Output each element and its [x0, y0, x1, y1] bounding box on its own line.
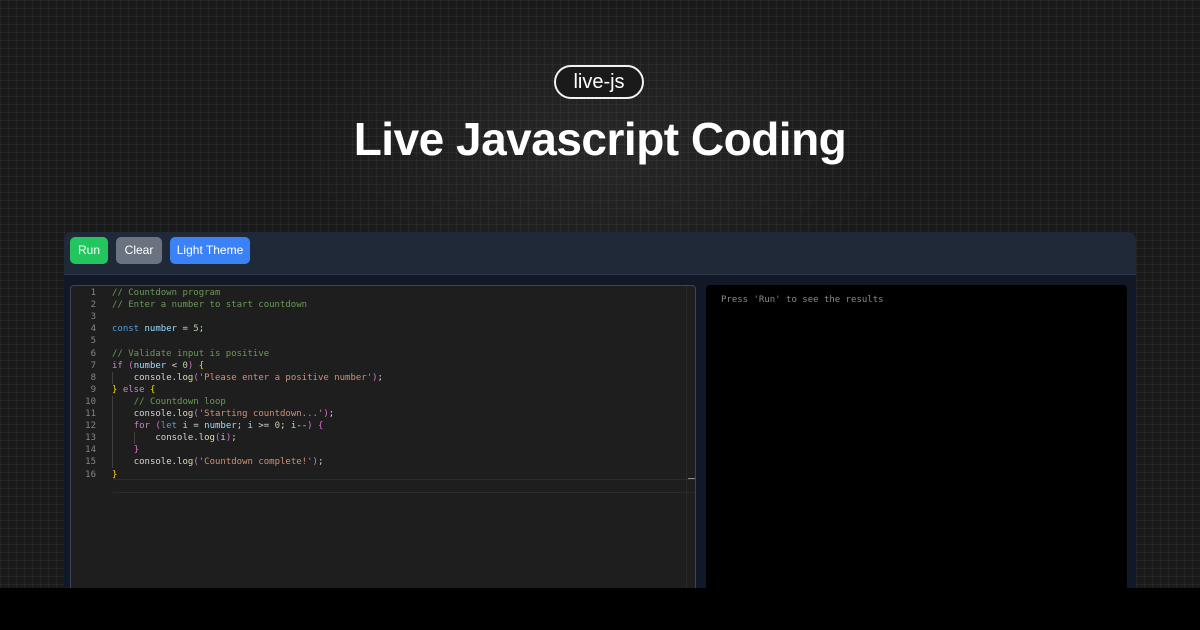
code-editor[interactable]: 1 // Countdown program 2 // Enter a number …	[70, 285, 696, 602]
code-line[interactable]: 5	[71, 335, 691, 347]
playground-window: Run Clear Light Theme 1 // Countdown prog…	[64, 232, 1136, 602]
code-line[interactable]: 11 console.log('Starting countdown...');	[71, 408, 691, 420]
code-text: console.log('Countdown complete!');	[133, 457, 324, 468]
line-number: 14	[85, 445, 96, 456]
line-number: 9	[90, 384, 96, 395]
code-text: }	[133, 445, 140, 456]
line-number: 13	[85, 433, 96, 444]
line-number: 16	[85, 469, 96, 480]
code-line[interactable]: 4 const number = 5;	[71, 323, 691, 335]
code-text: // Countdown program	[112, 288, 221, 298]
code-line[interactable]: 7 if (number < 0) {	[71, 360, 691, 372]
code-line[interactable]: 14 }	[71, 444, 691, 456]
code-text: const number = 5;	[112, 324, 205, 335]
toolbar: Run Clear Light Theme	[64, 232, 1136, 275]
code-text: // Enter a number to start countdown	[112, 300, 308, 311]
code-line[interactable]: 1 // Countdown program	[71, 287, 691, 299]
bottom-bar	[0, 588, 1200, 630]
code-line[interactable]: 16}	[71, 469, 691, 481]
code-text: // Validate input is positive	[112, 348, 270, 359]
code-text: console.log('Starting countdown...');	[133, 409, 335, 419]
code-line[interactable]: 13 console.log(i);	[71, 432, 691, 444]
code-text: console.log('Please enter a positive num…	[133, 372, 383, 383]
line-number: 10	[85, 396, 96, 407]
code-text: if (number < 0) {	[112, 360, 205, 371]
code-text: console.log(i);	[155, 433, 237, 444]
code-line[interactable]: 3	[71, 311, 691, 323]
code-text: for (let i = number; i >= 0; i--) {	[133, 421, 324, 432]
line-number: 6	[90, 348, 96, 359]
line-number: 5	[90, 336, 96, 347]
indent-guide	[112, 371, 113, 384]
line-number: 2	[90, 300, 96, 311]
output-placeholder: Press 'Run' to see the results	[721, 295, 884, 305]
line-number: 3	[90, 312, 96, 323]
line-number: 1	[90, 288, 96, 298]
line-number: 11	[85, 409, 96, 419]
line-number: 8	[90, 372, 96, 383]
current-line-highlight	[113, 479, 695, 493]
code-line[interactable]: 2 // Enter a number to start countdown	[71, 299, 691, 311]
line-number: 4	[90, 324, 96, 335]
code-line[interactable]: 10 // Countdown loop	[71, 396, 691, 408]
code-text: // Countdown loop	[133, 396, 226, 407]
line-number: 7	[90, 360, 96, 371]
indent-guide	[133, 432, 135, 445]
code-line[interactable]: 6 // Validate input is positive	[71, 348, 691, 360]
line-number: 12	[85, 421, 96, 432]
run-button[interactable]: Run	[70, 237, 108, 264]
code-line[interactable]: 9 } else {	[71, 384, 691, 396]
code-text: }	[112, 469, 118, 480]
code-line[interactable]: 12 for (let i = number; i >= 0; i--) {	[71, 420, 691, 432]
output-console: Press 'Run' to see the results	[706, 285, 1127, 602]
page-title: Live Javascript Coding	[353, 113, 847, 165]
theme-toggle-button[interactable]: Light Theme	[170, 237, 250, 264]
code-line[interactable]: 15 console.log('Countdown complete!');	[71, 456, 691, 468]
indent-guide	[112, 395, 113, 469]
code-line[interactable]: 8 console.log('Please enter a positive n…	[71, 372, 691, 384]
code-text: } else {	[112, 384, 156, 395]
line-number: 15	[85, 457, 96, 468]
project-tag: live-js	[554, 65, 644, 99]
clear-button[interactable]: Clear	[116, 237, 162, 264]
